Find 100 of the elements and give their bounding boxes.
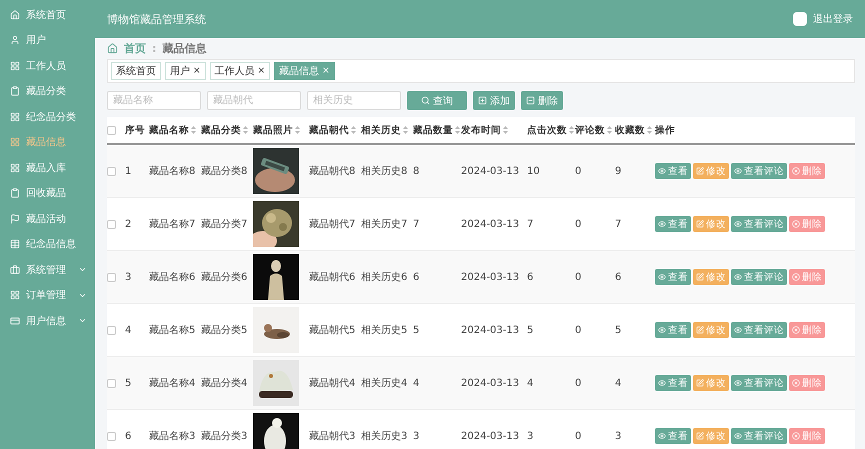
table-cell-text: 藏品分类3: [201, 430, 248, 443]
sidebar-item[interactable]: 纪念品信息: [0, 232, 95, 257]
page-tag[interactable]: 用户 ×: [165, 62, 206, 80]
delete-button[interactable]: 删除: [789, 322, 825, 338]
sort-icon[interactable]: [607, 126, 612, 134]
search-field[interactable]: 藏品名称: [107, 91, 201, 110]
table-cell: 6: [413, 272, 420, 282]
logout-link[interactable]: 退出登录: [813, 12, 853, 26]
eye-icon: [658, 326, 666, 334]
row-checkbox[interactable]: [107, 166, 116, 176]
card-icon: [10, 316, 20, 326]
row-checkbox[interactable]: [107, 220, 116, 228]
view-button[interactable]: 查看: [655, 163, 691, 179]
table-cell: 2024-03-13: [461, 218, 520, 230]
row-checkbox[interactable]: [107, 378, 116, 388]
view-button[interactable]: 查看: [655, 428, 691, 444]
eye-icon: [658, 273, 666, 281]
column-header: 藏品分类: [201, 124, 241, 136]
view-button[interactable]: 查看评论: [731, 269, 787, 285]
sort-icon[interactable]: [455, 126, 460, 134]
add-button[interactable]: 添加: [473, 91, 515, 110]
sidebar-item[interactable]: 工作人员: [0, 53, 95, 78]
sort-icon[interactable]: [351, 126, 356, 134]
page-tag[interactable]: 工作人员 ×: [210, 62, 270, 80]
delete-button[interactable]: 删除: [789, 428, 825, 444]
row-checkbox[interactable]: [107, 272, 116, 282]
edit-button[interactable]: 修改: [693, 216, 729, 232]
sort-icon[interactable]: [243, 126, 248, 134]
edit-button[interactable]: 修改: [693, 428, 729, 444]
sidebar-item[interactable]: 系统管理: [0, 257, 95, 282]
table-cell: 4: [125, 324, 132, 336]
delete-button[interactable]: 删除: [789, 163, 825, 179]
search-field[interactable]: 相关历史: [307, 91, 401, 110]
table-cell-text: 藏品名称4: [149, 376, 196, 390]
sort-icon[interactable]: [647, 126, 652, 134]
edit-button[interactable]: 修改: [693, 375, 729, 391]
sidebar-item[interactable]: 藏品分类: [0, 78, 95, 104]
close-circle-icon: [792, 273, 800, 281]
sidebar-item[interactable]: 藏品入库: [0, 155, 95, 180]
table-cell: 1: [125, 166, 132, 176]
select-all-checkbox[interactable]: [107, 126, 116, 134]
grid-icon: [10, 112, 20, 122]
edit-icon: [696, 167, 704, 175]
sidebar-item[interactable]: 纪念品分类: [0, 104, 95, 130]
delete-button[interactable]: 删除: [521, 91, 563, 110]
sidebar-item[interactable]: 系统首页: [0, 2, 95, 28]
delete-button[interactable]: 删除: [789, 216, 825, 232]
view-button[interactable]: 查看评论: [731, 375, 787, 391]
table-cell: 0: [575, 166, 582, 176]
view-button[interactable]: 查看: [655, 322, 691, 338]
sort-icon[interactable]: [503, 126, 508, 134]
view-button[interactable]: 查看: [655, 269, 691, 285]
column-header: 藏品数量: [413, 124, 453, 136]
sidebar-item[interactable]: 订单管理: [0, 282, 95, 308]
edit-icon: [696, 273, 704, 281]
table-cell: 2024-03-13: [461, 272, 520, 282]
edit-button[interactable]: 修改: [693, 269, 729, 285]
sidebar-item[interactable]: 藏品信息: [0, 130, 95, 155]
sort-icon[interactable]: [191, 126, 196, 134]
tag-close[interactable]: ×: [193, 66, 201, 76]
page-tag[interactable]: 系统首页: [111, 62, 161, 80]
delete-button[interactable]: 删除: [789, 269, 825, 285]
table-cell: 4: [527, 378, 534, 388]
view-button[interactable]: 查看评论: [731, 163, 787, 179]
search-field[interactable]: 藏品朝代: [207, 91, 301, 110]
column-header: 操作: [655, 124, 675, 136]
table-cell-text: 藏品名称8: [149, 164, 196, 178]
row-checkbox[interactable]: [107, 432, 116, 440]
delete-button[interactable]: 删除: [789, 375, 825, 391]
sort-icon[interactable]: [403, 126, 408, 134]
page-tag[interactable]: 藏品信息 ×: [274, 62, 335, 80]
table-cell-text: 藏品分类4: [201, 376, 248, 390]
column-header: 收藏数: [615, 124, 645, 136]
tag-close[interactable]: ×: [322, 66, 330, 76]
view-button[interactable]: 查看评论: [731, 428, 787, 444]
view-button[interactable]: 查看: [655, 216, 691, 232]
breadcrumb-current: 藏品信息: [162, 41, 206, 56]
sidebar-item[interactable]: 回收藏品: [0, 180, 95, 206]
sort-icon[interactable]: [569, 126, 574, 134]
edit-button[interactable]: 修改: [693, 163, 729, 179]
table-cell: 8: [413, 166, 420, 176]
view-button[interactable]: 查看评论: [731, 216, 787, 232]
sort-icon[interactable]: [295, 126, 300, 134]
table-cell: 3: [527, 430, 534, 442]
sidebar-item[interactable]: 用户: [0, 28, 95, 53]
table-cell-text: 藏品朝代3: [309, 430, 356, 443]
column-header: 相关历史: [361, 124, 401, 136]
sidebar-item[interactable]: 藏品活动: [0, 206, 95, 232]
tag-close[interactable]: ×: [258, 66, 266, 76]
column-header: 评论数: [575, 124, 605, 136]
view-button[interactable]: 查看: [655, 375, 691, 391]
edit-button[interactable]: 修改: [693, 322, 729, 338]
row-checkbox[interactable]: [107, 326, 116, 334]
search-button[interactable]: 查询: [407, 91, 467, 110]
breadcrumb-home-link[interactable]: 首页: [124, 41, 146, 56]
eye-icon: [734, 273, 742, 281]
view-button[interactable]: 查看评论: [731, 322, 787, 338]
table-cell: 2: [125, 218, 132, 230]
grid-icon: [10, 137, 20, 148]
sidebar-item[interactable]: 用户信息: [0, 308, 95, 334]
